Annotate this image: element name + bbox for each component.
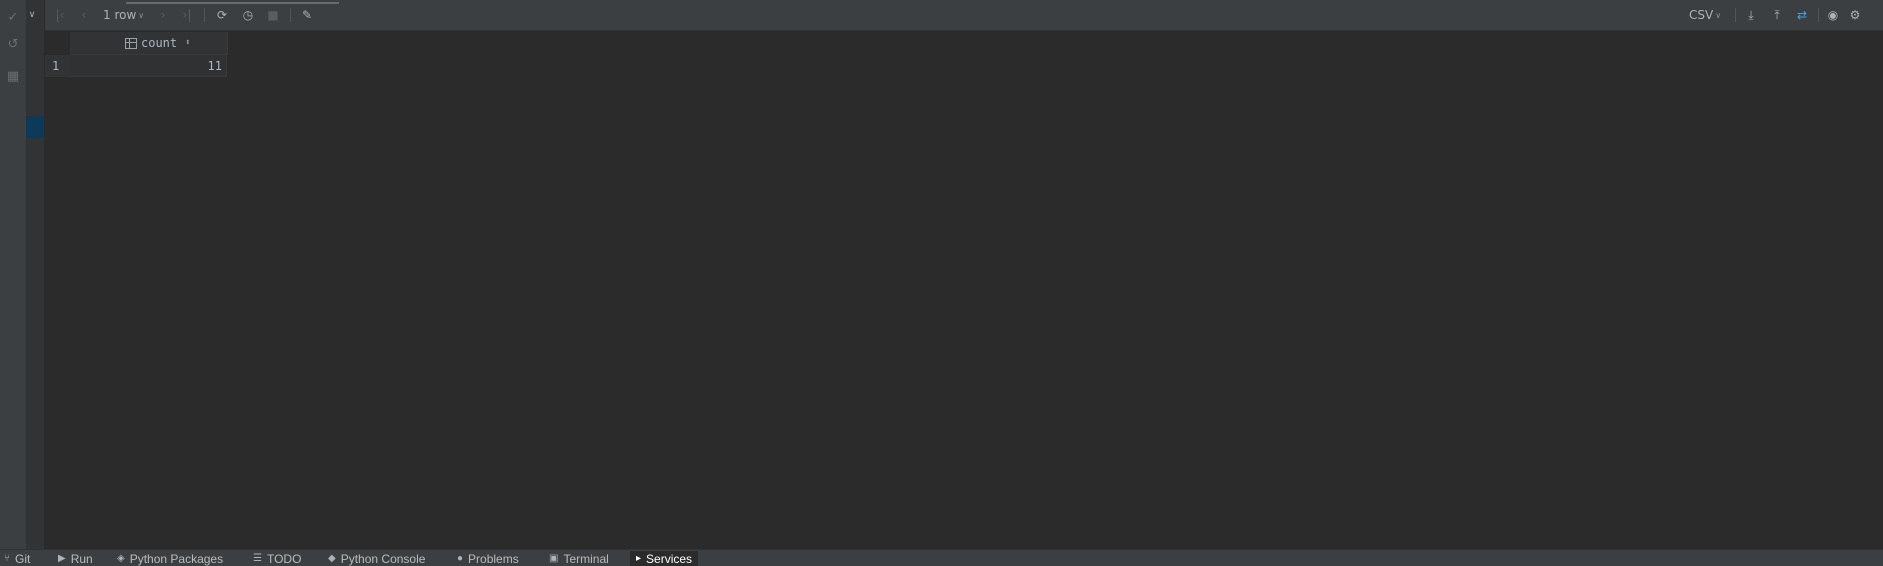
compare-changes-icon[interactable]: ⇄ [1793, 6, 1811, 24]
upload-import-icon[interactable]: ⤒ [1768, 6, 1786, 24]
row-count-dropdown[interactable]: 1 row ∨ [103, 6, 144, 24]
tab-label: Git [15, 551, 31, 566]
pin-tab-icon[interactable]: ✎ [298, 6, 316, 24]
refresh-icon[interactable]: ⟳ [213, 6, 231, 24]
row-number: 1 [45, 55, 70, 77]
last-page-icon[interactable]: ›| [179, 6, 195, 24]
rollback-icon[interactable]: ↺ [4, 35, 22, 53]
tab-label: Problems [468, 551, 519, 566]
previous-page-icon[interactable]: ‹ [77, 6, 91, 24]
tab-python-packages[interactable]: ◈ Python Packages [117, 551, 228, 566]
tab-label: TODO [266, 551, 302, 566]
column-header-count[interactable]: count ⬍ [70, 32, 228, 55]
table-column-icon [125, 37, 137, 49]
history-clock-icon[interactable]: ◷ [239, 6, 257, 24]
tab-label: Run [70, 551, 93, 566]
tool-window-bar: ⑂ Git ▶ Run ◈ Python Packages ☰ TODO ◆ P… [0, 549, 1883, 566]
toolbar-separator [1735, 8, 1736, 22]
result-grid-area: count ⬍ 1 11 [45, 31, 1883, 549]
toolbar-separator [290, 8, 291, 22]
export-format-dropdown[interactable]: CSV ∨ [1689, 6, 1721, 24]
tab-todo[interactable]: ☰ TODO [253, 551, 306, 566]
download-export-icon[interactable]: ⤓ [1742, 6, 1760, 24]
tab-terminal[interactable]: ▣ Terminal [549, 551, 614, 566]
stop-icon[interactable]: ■ [265, 6, 281, 24]
git-branch-icon: ⑂ [4, 553, 10, 564]
loading-progress-bar [126, 2, 339, 4]
table-cell-count[interactable]: 11 [70, 55, 227, 77]
run-play-icon: ▶ [58, 553, 66, 564]
tab-git[interactable]: ⑂ Git [4, 551, 35, 566]
commit-check-icon[interactable]: ✓ [4, 8, 22, 26]
selected-result-tab-marker[interactable] [26, 116, 44, 138]
tab-label: Services [646, 551, 693, 566]
column-header-label: count [141, 36, 178, 50]
tab-label: Python Packages [129, 551, 224, 566]
todo-list-icon: ☰ [253, 553, 262, 564]
view-eye-icon[interactable]: ◉ [1824, 6, 1842, 24]
tab-problems[interactable]: ● Problems [457, 551, 524, 566]
result-toolbar: ∨ |‹ ‹ 1 row ∨ › ›| ⟳ ◷ ■ ✎ CSV ∨ ⤓ ⤒ ⇄ … [29, 0, 1883, 31]
settings-gear-icon[interactable]: ⚙ [1846, 6, 1864, 24]
results-gutter [26, 0, 45, 549]
chevron-down-icon: ∨ [1715, 10, 1722, 20]
tab-python-console[interactable]: ◆ Python Console [328, 551, 430, 566]
first-page-icon[interactable]: |‹ [52, 6, 68, 24]
tab-services[interactable]: ▸ Services [630, 551, 699, 566]
python-console-icon: ◆ [328, 553, 336, 564]
terminal-icon: ▣ [549, 553, 559, 564]
toolbar-separator [204, 8, 205, 22]
chevron-down-icon: ∨ [138, 10, 145, 20]
tab-label: Terminal [563, 551, 609, 566]
tab-label: Python Console [340, 551, 426, 566]
problems-info-icon: ● [457, 553, 464, 564]
services-icon: ▸ [636, 553, 642, 564]
export-format-label: CSV [1689, 8, 1714, 22]
next-page-icon[interactable]: › [156, 6, 170, 24]
layout-grid-icon[interactable]: ▦ [4, 67, 22, 85]
sort-icon[interactable]: ⬍ [185, 38, 190, 48]
tab-run[interactable]: ▶ Run [58, 551, 98, 566]
collapse-chevron-icon[interactable]: ∨ [26, 6, 38, 24]
row-count-label: 1 row [103, 8, 137, 22]
left-action-strip: ✓ ↺ ▦ [0, 0, 27, 549]
toolbar-separator [1818, 8, 1819, 22]
packages-layers-icon: ◈ [117, 553, 125, 564]
